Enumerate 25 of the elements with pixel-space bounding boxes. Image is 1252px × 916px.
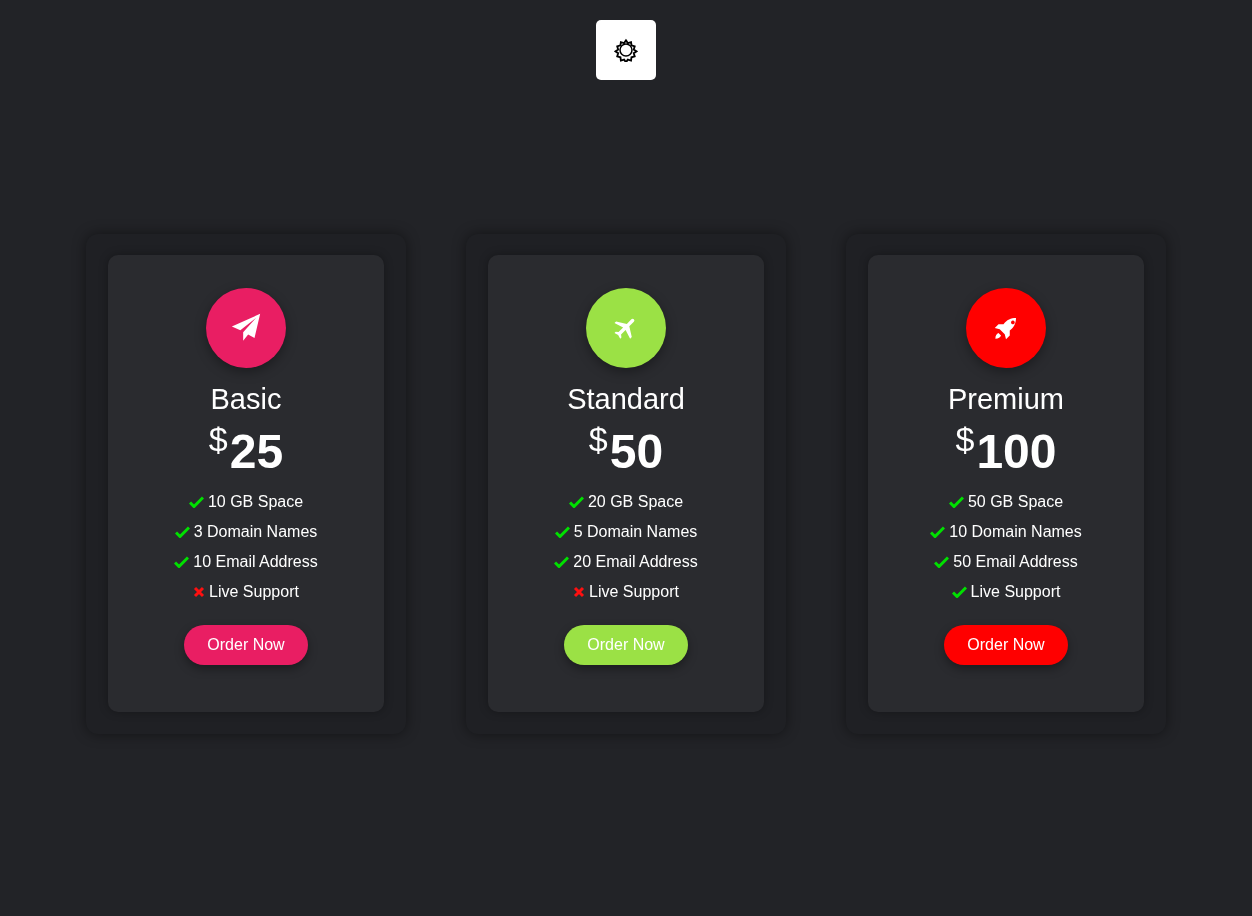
currency-symbol: $ — [208, 422, 228, 456]
sun-icon — [614, 38, 638, 62]
feature-text: 50 GB Space — [967, 492, 1064, 512]
currency-symbol: $ — [955, 422, 975, 456]
feature-text: 50 Email Address — [953, 552, 1078, 572]
feature-text: 20 GB Space — [587, 492, 684, 512]
feature-text: 10 GB Space — [207, 492, 304, 512]
plan-name: Standard — [567, 382, 685, 416]
plan-name: Premium — [948, 382, 1064, 416]
currency-symbol: $ — [588, 422, 608, 456]
price-amount: 50 — [609, 428, 664, 476]
feature-text: Live Support — [589, 582, 679, 602]
feature-text: 5 Domain Names — [573, 522, 698, 542]
theme-toggle-button[interactable] — [596, 20, 656, 80]
plan-name: Basic — [210, 382, 282, 416]
feature-text: 10 Email Address — [193, 552, 318, 572]
feature-text: 3 Domain Names — [193, 522, 318, 542]
order-button[interactable]: Order Now — [184, 625, 308, 665]
price-amount: 25 — [229, 428, 284, 476]
feature-text: Live Support — [209, 582, 299, 602]
feature-text: 10 Domain Names — [949, 522, 1082, 542]
order-button[interactable]: Order Now — [944, 625, 1068, 665]
price-amount: 100 — [976, 428, 1057, 476]
feature-text: Live Support — [970, 582, 1061, 602]
feature-text: 20 Email Address — [573, 552, 698, 572]
